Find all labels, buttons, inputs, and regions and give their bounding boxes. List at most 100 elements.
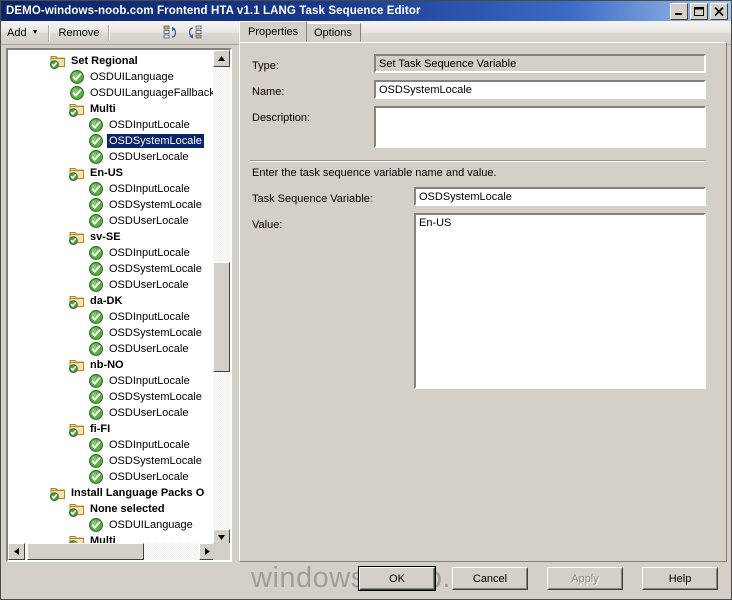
tree-step-row[interactable]: OSDInputLocale (8, 373, 216, 389)
tree-step-row[interactable]: OSDSystemLocale (8, 133, 216, 149)
tree-step-row[interactable]: OSDUserLocale (8, 469, 216, 485)
window-titlebar: DEMO-windows-noob.com Frontend HTA v1.1 … (1, 1, 731, 21)
tree-step-row[interactable]: OSDSystemLocale (8, 325, 216, 341)
tree-step-row[interactable]: OSDUserLocale (8, 149, 216, 165)
tab-properties[interactable]: Properties (239, 21, 308, 42)
tree-row-label: OSDUserLocale (109, 215, 189, 227)
toolbar-separator (108, 24, 111, 41)
help-button[interactable]: Help (642, 567, 718, 590)
step-check-icon (88, 261, 104, 277)
type-label: Type: (252, 60, 279, 72)
ok-button[interactable]: OK (358, 566, 436, 591)
tree-row-label: OSDSystemLocale (109, 327, 202, 339)
scroll-left-button[interactable] (8, 543, 25, 560)
tree-step-row[interactable]: OSDUILanguage (8, 69, 216, 85)
step-check-icon (88, 341, 104, 357)
step-check-icon (88, 133, 104, 149)
variable-label: Task Sequence Variable: (252, 193, 373, 205)
tree-row-label: OSDUILanguage (90, 71, 174, 83)
tree-step-row[interactable]: OSDUILanguageFallback (8, 85, 216, 101)
tree-group-row[interactable]: da-DK (8, 293, 216, 309)
move-down-icon[interactable] (183, 23, 205, 43)
tree-row-label: sv-SE (90, 231, 121, 243)
task-sequence-tree[interactable]: Set Regional OSDUILanguage OSDUILanguageFa… (6, 48, 232, 562)
tree-step-row[interactable]: OSDSystemLocale (8, 197, 216, 213)
remove-button[interactable]: Remove (53, 23, 106, 43)
tree-row-label: OSDSystemLocale (109, 455, 202, 467)
tree-step-row[interactable]: OSDSystemLocale (8, 453, 216, 469)
step-check-icon (88, 405, 104, 421)
add-button[interactable]: Add ▼ (1, 23, 45, 43)
toolbar-separator (47, 24, 50, 41)
folder-icon (50, 53, 66, 69)
tree-step-row[interactable]: OSDUILanguage (8, 517, 216, 533)
tree-row-label: OSDInputLocale (109, 439, 190, 451)
hscrollbar-thumb[interactable] (27, 543, 144, 560)
close-button[interactable] (710, 3, 728, 20)
tree-step-row[interactable]: OSDInputLocale (8, 309, 216, 325)
vscrollbar-thumb[interactable] (213, 262, 230, 372)
folder-icon (69, 501, 85, 517)
folder-icon (69, 101, 85, 117)
step-check-icon (88, 437, 104, 453)
tab-options[interactable]: Options (305, 23, 361, 42)
folder-icon (69, 421, 85, 437)
move-up-icon[interactable] (161, 23, 183, 43)
tree-vertical-scrollbar[interactable] (213, 50, 230, 546)
tree-step-row[interactable]: OSDSystemLocale (8, 261, 216, 277)
step-check-icon (88, 469, 104, 485)
step-check-icon (69, 85, 85, 101)
tree-step-row[interactable]: OSDInputLocale (8, 181, 216, 197)
tree-step-row[interactable]: OSDUserLocale (8, 213, 216, 229)
description-input[interactable] (374, 106, 706, 148)
tree-horizontal-scrollbar[interactable] (8, 543, 216, 560)
tree-step-row[interactable]: OSDUserLocale (8, 277, 216, 293)
step-check-icon (88, 389, 104, 405)
folder-icon (69, 293, 85, 309)
tree-step-row[interactable]: OSDInputLocale (8, 437, 216, 453)
tree-row-label: Set Regional (71, 55, 138, 67)
ok-button-label: OK (360, 568, 434, 589)
tree-step-row[interactable]: OSDInputLocale (8, 117, 216, 133)
tree-group-row[interactable]: Install Language Packs O (8, 485, 216, 501)
scroll-up-button[interactable] (213, 50, 230, 67)
window-controls (670, 3, 728, 20)
tree-step-row[interactable]: OSDUserLocale (8, 341, 216, 357)
step-check-icon (88, 517, 104, 533)
maximize-button[interactable] (690, 3, 708, 20)
folder-icon (50, 485, 66, 501)
tree-group-row[interactable]: Multi (8, 101, 216, 117)
tree-row-label: da-DK (90, 295, 123, 307)
tree-step-row[interactable]: OSDInputLocale (8, 245, 216, 261)
remove-button-label: Remove (58, 26, 100, 39)
tree-step-row[interactable]: OSDUserLocale (8, 405, 216, 421)
tree-row-label: OSDUserLocale (109, 279, 189, 291)
tab-options-label: Options (314, 26, 352, 39)
tree-group-row[interactable]: fi-FI (8, 421, 216, 437)
step-check-icon (88, 197, 104, 213)
name-input[interactable]: OSDSystemLocale (374, 80, 706, 99)
step-check-icon (88, 117, 104, 133)
tree-row-label: OSDUserLocale (109, 343, 189, 355)
add-button-label: Add (7, 26, 27, 39)
apply-button[interactable]: Apply (547, 567, 623, 590)
tree-group-row[interactable]: Set Regional (8, 53, 216, 69)
cancel-button-label: Cancel (453, 568, 527, 589)
description-label: Description: (252, 112, 311, 124)
value-input[interactable]: En-US (414, 213, 706, 389)
tree-group-row[interactable]: None selected (8, 501, 216, 517)
tree-row-label: OSDInputLocale (109, 311, 190, 323)
tree-step-row[interactable]: OSDSystemLocale (8, 389, 216, 405)
variable-input[interactable]: OSDSystemLocale (414, 187, 706, 206)
apply-button-label: Apply (548, 568, 622, 589)
folder-icon (69, 165, 85, 181)
tree-group-row[interactable]: nb-NO (8, 357, 216, 373)
tree-row-label: OSDSystemLocale (109, 199, 202, 211)
name-label: Name: (252, 86, 285, 98)
minimize-button[interactable] (670, 3, 688, 20)
cancel-button[interactable]: Cancel (452, 567, 528, 590)
window-title: DEMO-windows-noob.com Frontend HTA v1.1 … (6, 5, 421, 17)
tree-group-row[interactable]: sv-SE (8, 229, 216, 245)
tree-group-row[interactable]: En-US (8, 165, 216, 181)
tree-row-label: OSDInputLocale (109, 183, 190, 195)
